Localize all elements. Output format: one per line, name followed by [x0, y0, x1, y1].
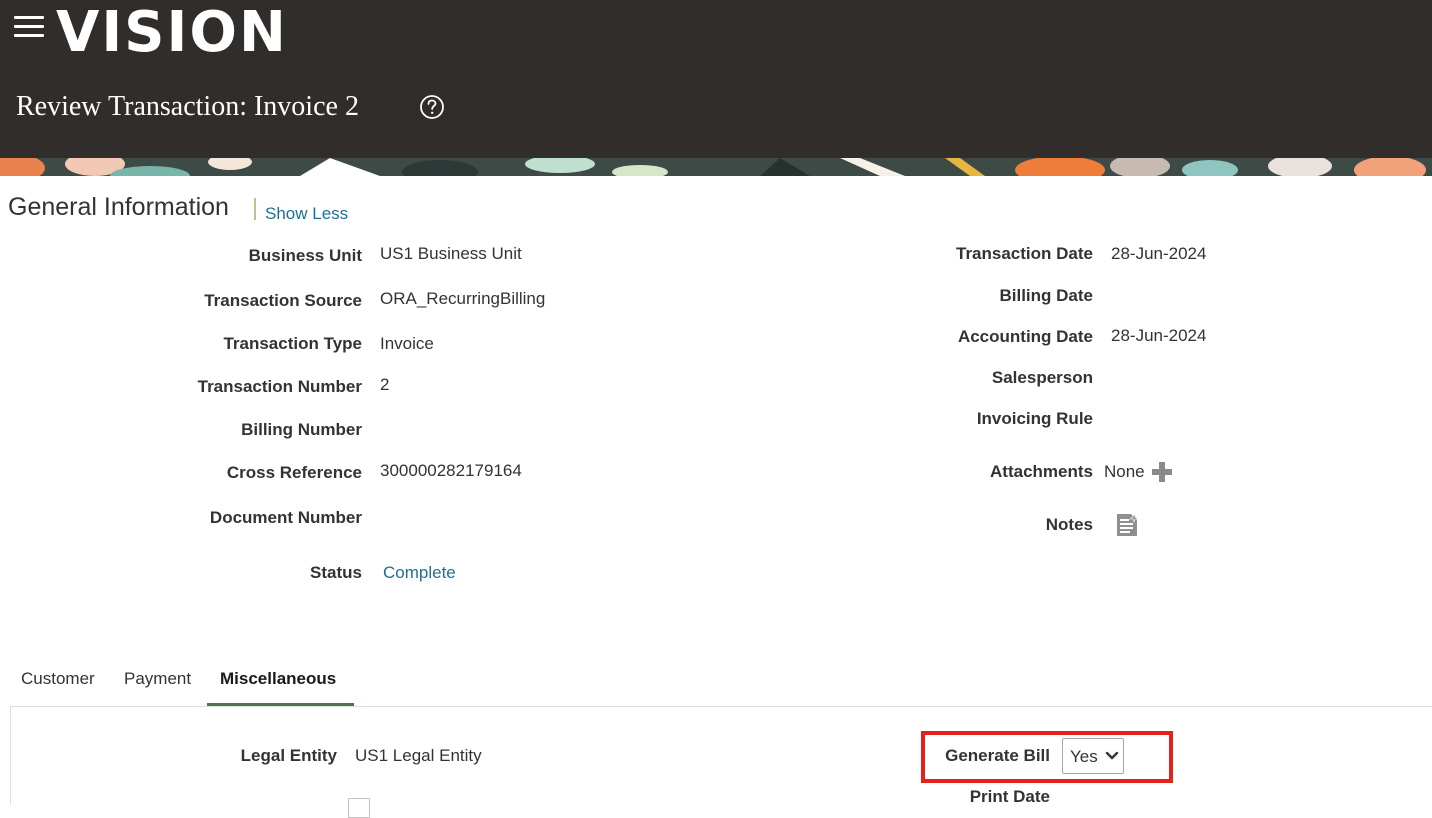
invoicing-rule-label: Invoicing Rule: [976, 409, 1093, 428]
accounting-date-label: Accounting Date: [957, 327, 1093, 346]
help-circle-icon[interactable]: [419, 94, 445, 120]
app-header: VISION Review Transaction: Invoice 2: [0, 0, 1432, 158]
business-unit-label: Business Unit: [248, 246, 362, 265]
billing-number-label: Billing Number: [241, 420, 362, 439]
salesperson-label: Salesperson: [991, 368, 1093, 387]
tab-panel-border-left: [10, 706, 11, 805]
legal-entity-value: US1 Legal Entity: [355, 746, 482, 765]
transaction-number-label: Transaction Number: [197, 377, 362, 396]
transaction-number-value: 2: [380, 375, 390, 394]
status-label: Status: [310, 563, 362, 582]
notes-icon[interactable]: [1115, 512, 1139, 538]
accounting-date-value: 28-Jun-2024: [1111, 326, 1207, 345]
section-title-general-information: General Information: [8, 193, 229, 221]
cross-reference-value: 300000282179164: [380, 461, 522, 480]
tab-miscellaneous[interactable]: Miscellaneous: [220, 668, 336, 690]
business-unit-value: US1 Business Unit: [380, 244, 522, 263]
document-number-label: Document Number: [209, 508, 362, 527]
notes-label: Notes: [1045, 515, 1093, 534]
legal-entity-label: Legal Entity: [240, 746, 337, 765]
highlight-annotation-box: [921, 731, 1173, 783]
plus-icon[interactable]: [1151, 461, 1173, 483]
transaction-type-label: Transaction Type: [223, 334, 362, 353]
tab-payment[interactable]: Payment: [124, 668, 191, 690]
attachments-value: None: [1104, 462, 1145, 481]
hamburger-menu-icon[interactable]: [14, 16, 44, 40]
decorative-banner: [0, 158, 1432, 176]
page-title: Review Transaction: Invoice 2: [16, 91, 359, 122]
transaction-source-value: ORA_RecurringBilling: [380, 289, 546, 308]
status-link[interactable]: Complete: [383, 562, 456, 584]
attachments-label: Attachments: [990, 462, 1093, 481]
transaction-date-value: 28-Jun-2024: [1111, 244, 1207, 263]
transaction-type-value: Invoice: [380, 334, 434, 353]
transaction-source-label: Transaction Source: [204, 291, 362, 310]
billing-date-label: Billing Date: [999, 286, 1093, 305]
tab-customer[interactable]: Customer: [21, 668, 95, 690]
show-less-link[interactable]: Show Less: [265, 203, 348, 225]
title-divider: [254, 198, 256, 220]
cross-reference-label: Cross Reference: [226, 463, 362, 482]
tab-panel-border-top: [10, 706, 1432, 707]
vision-logo: VISION: [56, 0, 288, 65]
transaction-date-label: Transaction Date: [956, 244, 1093, 263]
checkbox[interactable]: [348, 798, 370, 818]
